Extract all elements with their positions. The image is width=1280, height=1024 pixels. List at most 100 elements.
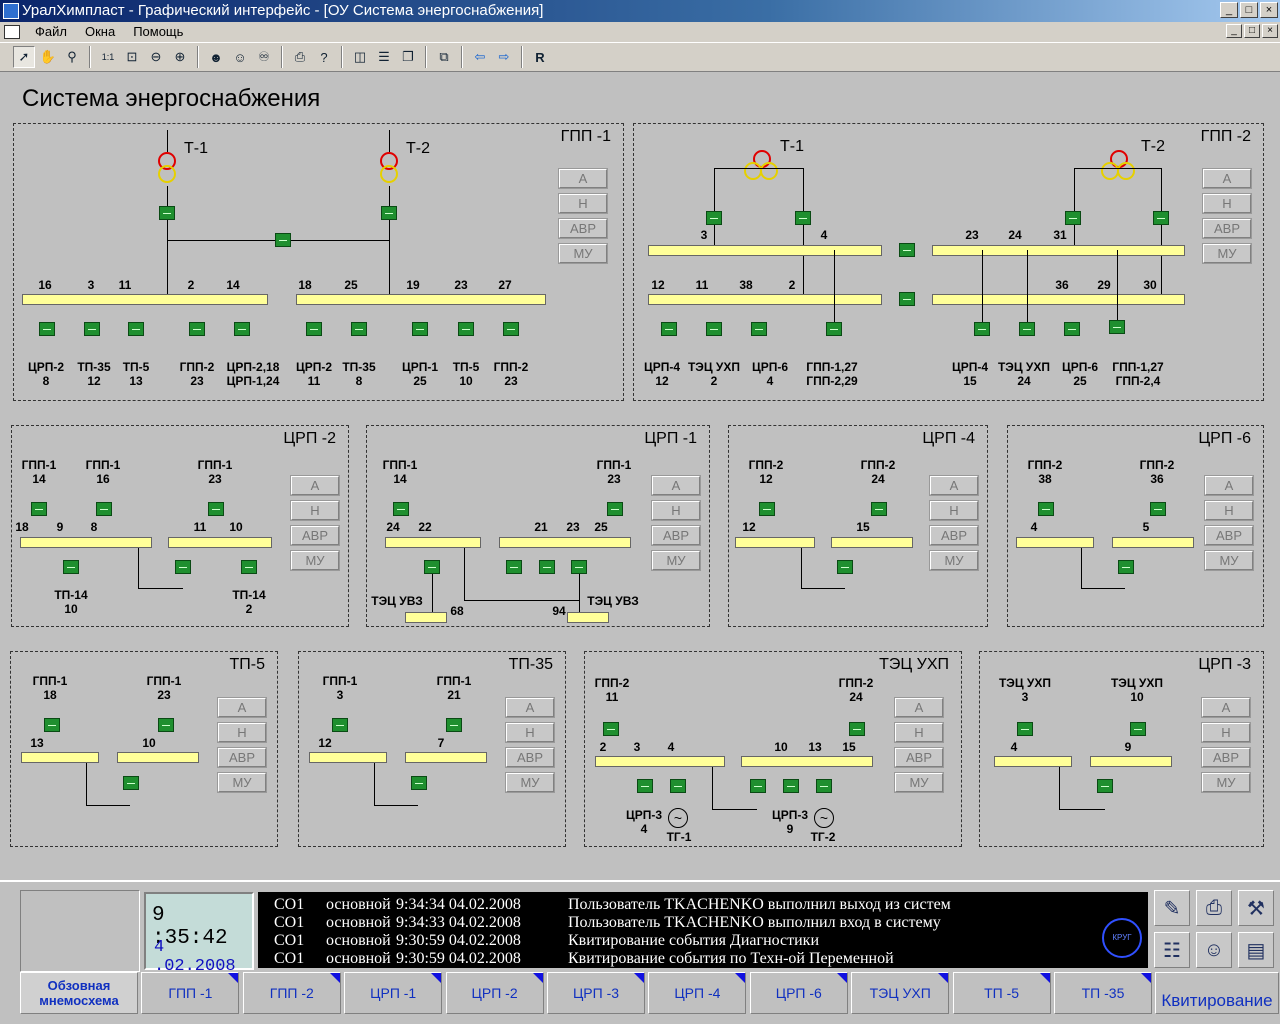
breaker-switch[interactable] [1130,722,1146,736]
mode-a-button[interactable]: А [290,475,340,496]
users-lock-icon[interactable]: ☺ [229,46,251,68]
breaker-switch[interactable] [1064,322,1080,336]
tab-9[interactable]: ТП -5 [952,972,1051,1014]
forward-arrow-icon[interactable]: ⇨ [493,46,515,68]
breaker-switch[interactable] [837,560,853,574]
generator-icon[interactable]: ~ [668,808,688,828]
mode-a-button[interactable]: А [505,697,555,718]
tab-8[interactable]: ТЭЦ УХП [851,972,950,1014]
tab-6[interactable]: ЦРП -4 [648,972,747,1014]
mode-mu-button[interactable]: МУ [1204,550,1254,571]
breaker-switch[interactable] [795,211,811,225]
menu-help[interactable]: Помощь [124,22,192,42]
mode-n-button[interactable]: Н [290,500,340,521]
breaker-switch[interactable] [706,211,722,225]
tab-2[interactable]: ГПП -2 [242,972,341,1014]
document-icon[interactable]: ✎ [1154,890,1190,926]
breaker-switch[interactable] [175,560,191,574]
breaker-switch[interactable] [189,322,205,336]
breaker-switch[interactable] [332,718,348,732]
network-icon[interactable]: ☷ [1154,932,1190,968]
zoom-in-icon[interactable]: ⊕ [169,46,191,68]
child-minimize-button[interactable]: _ [1226,24,1242,38]
layout-columns-icon[interactable]: ◫ [349,46,371,68]
mode-n-button[interactable]: Н [651,500,701,521]
mode-a-button[interactable]: А [558,168,608,189]
mode-avr-button[interactable]: АВР [558,218,608,239]
mode-mu-button[interactable]: МУ [505,772,555,793]
mode-avr-button[interactable]: АВР [1201,747,1251,768]
breaker-switch[interactable] [503,322,519,336]
breaker-switch[interactable] [63,560,79,574]
mode-a-button[interactable]: А [217,697,267,718]
breaker-switch[interactable] [158,718,174,732]
mode-a-button[interactable]: А [1204,475,1254,496]
transformer-t1-icon[interactable] [744,150,780,184]
breaker-switch[interactable] [424,560,440,574]
mode-mu-button[interactable]: МУ [929,550,979,571]
transformer-t2-icon[interactable] [1101,150,1137,184]
breaker-switch[interactable] [783,779,799,793]
breaker-switch[interactable] [607,502,623,516]
breaker-switch[interactable] [1038,502,1054,516]
breaker-switch[interactable] [1097,779,1113,793]
breaker-switch[interactable] [1017,722,1033,736]
mode-n-button[interactable]: Н [894,722,944,743]
printer-icon[interactable]: ⎙ [1196,890,1232,926]
mode-mu-button[interactable]: МУ [651,550,701,571]
hand-icon[interactable]: ✋ [37,46,59,68]
mode-mu-button[interactable]: МУ [558,243,608,264]
zoom-fit-icon[interactable]: ⊡ [121,46,143,68]
mode-avr-button[interactable]: АВР [505,747,555,768]
tab-3[interactable]: ЦРП -1 [344,972,443,1014]
pointer-icon[interactable]: ➚ [13,46,35,68]
mode-a-button[interactable]: А [894,697,944,718]
mode-n-button[interactable]: Н [1204,500,1254,521]
mdi-doc-icon[interactable] [4,25,20,39]
mode-n-button[interactable]: Н [1202,193,1252,214]
breaker-switch[interactable] [571,560,587,574]
breaker-switch[interactable] [637,779,653,793]
breaker-switch[interactable] [1065,211,1081,225]
breaker-switch[interactable] [826,322,842,336]
transformer-t2-icon[interactable] [378,152,400,188]
breaker-switch[interactable] [84,322,100,336]
breaker-switch[interactable] [446,718,462,732]
breaker-switch[interactable] [393,502,409,516]
breaker-switch[interactable] [208,502,224,516]
menu-file[interactable]: Файл [26,22,76,42]
mode-mu-button[interactable]: МУ [217,772,267,793]
binoculars-icon[interactable]: ♾ [253,46,275,68]
zoom-1-1-icon[interactable]: 1:1 [97,46,119,68]
mode-mu-button[interactable]: МУ [1202,243,1252,264]
tab-0[interactable]: Обзовная мнемосхема [20,972,138,1014]
breaker-switch[interactable] [670,779,686,793]
breaker-switch[interactable] [123,776,139,790]
tab-5[interactable]: ЦРП -3 [547,972,645,1014]
breaker-switch[interactable] [275,233,291,247]
magnifier-icon[interactable]: ⚲ [61,46,83,68]
print-icon[interactable]: ⎙ [289,46,311,68]
section-breaker[interactable] [899,243,915,257]
breaker-switch[interactable] [871,502,887,516]
breaker-switch[interactable] [1109,320,1125,334]
trend-chart-icon[interactable]: ▤ [1238,932,1274,968]
breaker-switch[interactable] [458,322,474,336]
users-icon[interactable]: ☻ [205,46,227,68]
breaker-switch[interactable] [750,779,766,793]
child-restore-button[interactable]: □ [1244,24,1260,38]
menu-windows[interactable]: Окна [76,22,124,42]
breaker-switch[interactable] [974,322,990,336]
mode-avr-button[interactable]: АВР [290,525,340,546]
help-icon[interactable]: ? [313,46,335,68]
breaker-switch[interactable] [159,206,175,220]
breaker-switch[interactable] [706,322,722,336]
breaker-switch[interactable] [411,776,427,790]
child-close-button[interactable]: × [1262,24,1278,38]
mode-avr-button[interactable]: АВР [894,747,944,768]
close-button[interactable]: × [1260,2,1278,18]
breaker-switch[interactable] [661,322,677,336]
mode-mu-button[interactable]: МУ [894,772,944,793]
breaker-switch[interactable] [381,206,397,220]
acknowledge-button[interactable]: Квитирование [1155,972,1279,1014]
